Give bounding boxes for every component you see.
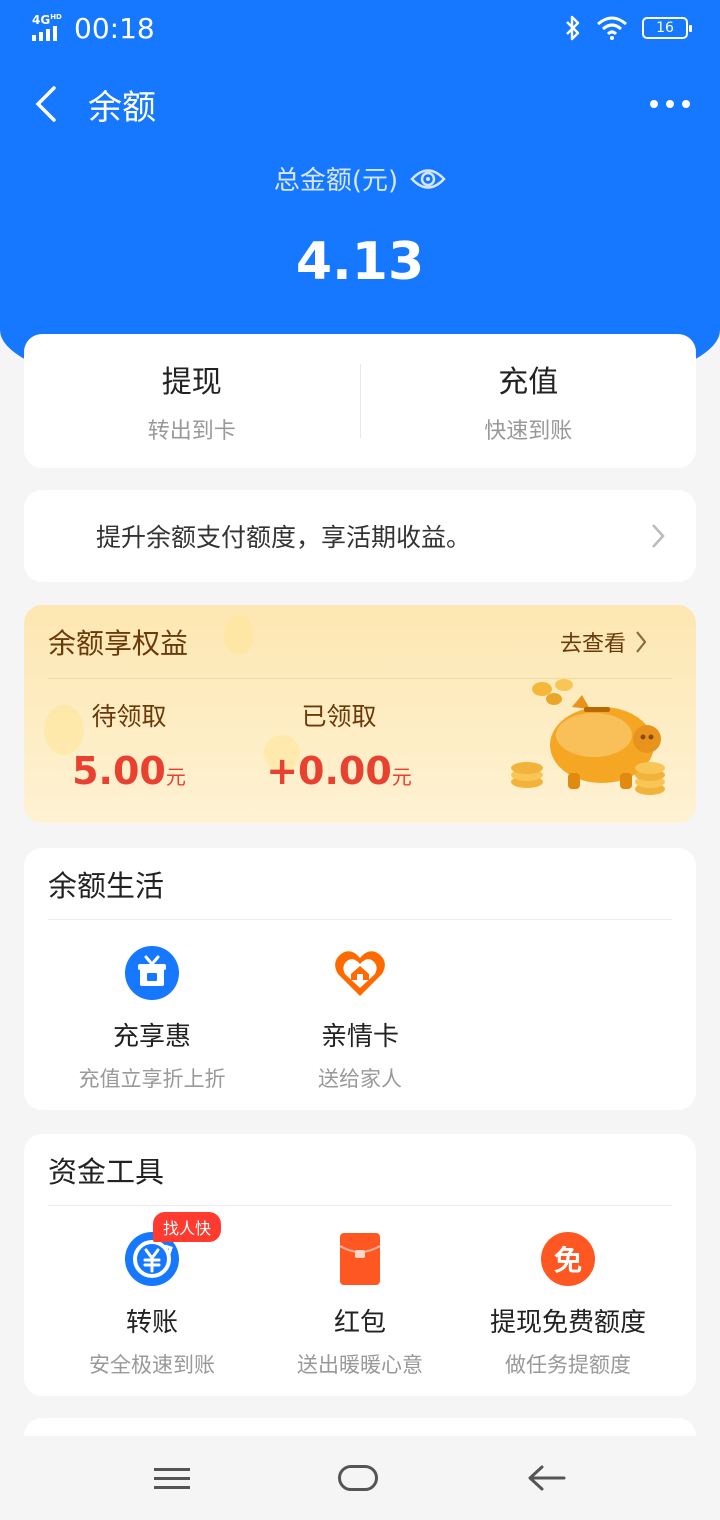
total-amount-label-row: 总金额(元) — [0, 160, 720, 197]
more-icon[interactable] — [650, 100, 690, 108]
received-value: +0.00元 — [266, 749, 412, 793]
total-amount-label: 总金额(元) — [273, 166, 399, 196]
recharge-benefit-name: 充享惠 — [112, 1022, 191, 1052]
wifi-icon — [597, 16, 627, 40]
topup-title: 充值 — [498, 365, 559, 400]
received-label: 已领取 — [301, 702, 377, 731]
heart-home-icon — [333, 946, 387, 1000]
battery-level: 16 — [656, 20, 674, 36]
chevron-right-icon — [636, 630, 647, 653]
family-card-desc: 送给家人 — [318, 1067, 402, 1091]
status-time: 00:18 — [74, 11, 155, 45]
tools-section: 资金工具 找人快 转账 安全极速到账 红包 送出暖暖心意 免 提现免费额度 做任… — [24, 1134, 696, 1396]
pending-value: 5.00元 — [72, 749, 186, 793]
free-quota-desc: 做任务提额度 — [505, 1353, 631, 1377]
red-packet-item[interactable]: 红包 送出暖暖心意 — [256, 1206, 464, 1379]
gift-icon — [125, 946, 179, 1000]
transfer-badge: 找人快 — [153, 1212, 222, 1242]
system-navigation-bar — [0, 1436, 720, 1520]
red-packet-name: 红包 — [333, 1308, 386, 1338]
transfer-icon: 找人快 — [125, 1212, 222, 1286]
free-icon: 免 — [541, 1232, 595, 1286]
life-section: 余额生活 充享惠 充值立享折上折 亲情卡 送给家人 — [24, 848, 696, 1110]
piggy-bank-icon — [511, 679, 665, 795]
rights-title: 余额享权益 — [48, 626, 189, 660]
rights-pending: 待领取 5.00元 — [24, 697, 234, 793]
promo-banner[interactable]: 提升余额支付额度，享活期收益。 — [24, 490, 696, 582]
rights-received: 已领取 +0.00元 — [234, 697, 444, 793]
recharge-benefit-desc: 充值立享折上折 — [78, 1067, 226, 1091]
free-quota-item[interactable]: 免 提现免费额度 做任务提额度 — [464, 1206, 672, 1379]
family-card-name: 亲情卡 — [320, 1022, 399, 1052]
chevron-right-icon — [652, 524, 665, 548]
balance-amount: 4.13 — [295, 232, 425, 292]
menu-icon[interactable] — [154, 1467, 190, 1489]
battery-icon: 16 — [642, 17, 692, 39]
action-card: 提现 转出到卡 充值 快速到账 — [24, 334, 696, 468]
red-packet-icon — [333, 1232, 387, 1286]
withdraw-subtitle: 转出到卡 — [147, 419, 236, 444]
withdraw-button[interactable]: 提现 转出到卡 — [24, 334, 360, 468]
eye-icon[interactable] — [410, 166, 446, 192]
bluetooth-icon — [566, 15, 580, 41]
rights-header: 余额享权益 去查看 — [48, 605, 672, 679]
decor-blob — [224, 615, 254, 655]
topup-subtitle: 快速到账 — [484, 419, 573, 444]
signal-icon: 4GHD — [32, 13, 66, 43]
page-title: 余额 — [88, 87, 156, 128]
transfer-name: 转账 — [125, 1308, 178, 1338]
home-icon[interactable] — [338, 1465, 378, 1491]
rights-card[interactable]: 余额享权益 去查看 待领取 5.00元 已领取 +0.00元 — [24, 605, 696, 823]
transfer-item[interactable]: 找人快 转账 安全极速到账 — [48, 1206, 256, 1379]
family-card-item[interactable]: 亲情卡 送给家人 — [256, 920, 464, 1093]
transfer-desc: 安全极速到账 — [89, 1353, 215, 1377]
tools-section-title: 资金工具 — [48, 1134, 672, 1206]
withdraw-title: 提现 — [161, 365, 222, 400]
recharge-benefit-item[interactable]: 充享惠 充值立享折上折 — [48, 920, 256, 1093]
status-bar: 4GHD 00:18 16 — [0, 0, 720, 56]
free-quota-name: 提现免费额度 — [489, 1308, 646, 1338]
red-packet-desc: 送出暖暖心意 — [297, 1353, 423, 1377]
back-arrow-icon[interactable] — [526, 1464, 566, 1492]
promo-text: 提升余额支付额度，享活期收益。 — [96, 523, 472, 552]
life-section-title: 余额生活 — [48, 848, 672, 920]
rights-view-link[interactable]: 去查看 — [560, 626, 648, 658]
topup-button[interactable]: 充值 快速到账 — [361, 334, 697, 468]
pending-label: 待领取 — [91, 702, 167, 731]
navigation-bar: 余额 — [0, 62, 720, 146]
back-icon[interactable] — [4, 62, 88, 146]
